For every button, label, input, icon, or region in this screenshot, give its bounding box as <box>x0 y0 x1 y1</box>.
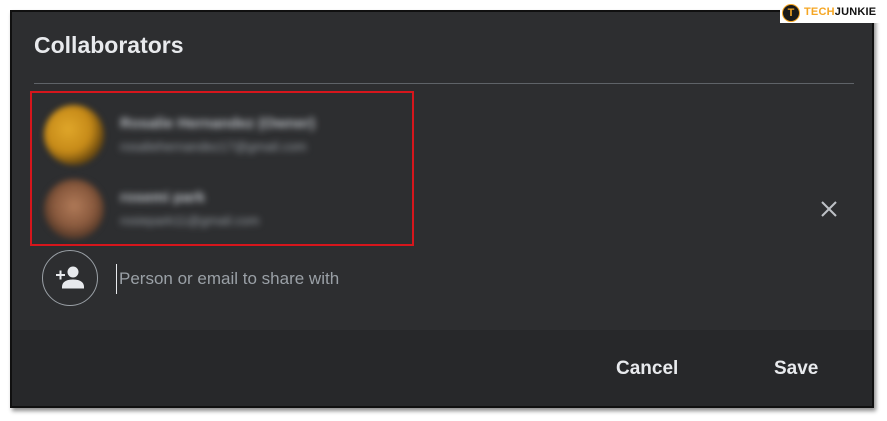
watermark-text: TECHJUNKIE <box>804 6 877 18</box>
techjunkie-watermark: T TECHJUNKIE <box>780 3 884 23</box>
collaborator-name: rosemi park <box>120 189 206 206</box>
add-person-avatar <box>42 250 98 306</box>
save-button[interactable]: Save <box>766 354 826 384</box>
cancel-button[interactable]: Cancel <box>608 354 686 384</box>
add-collaborator-row <box>40 250 840 310</box>
close-icon <box>821 201 837 217</box>
avatar <box>44 179 104 239</box>
collaborator-row: Rosalie Hernandez (Owner) rosaliehernand… <box>40 103 400 167</box>
dialog-title: Collaborators <box>34 32 184 58</box>
avatar <box>44 105 104 165</box>
share-email-input[interactable] <box>116 264 721 294</box>
collaborators-dialog: Collaborators Rosalie Hernandez (Owner) … <box>10 10 874 408</box>
collaborator-row: rosemi park rosiepark11@gmail.com <box>40 177 400 241</box>
remove-collaborator-button[interactable] <box>816 196 842 222</box>
collaborator-email: rosaliehernandez17@gmail.com <box>120 139 307 154</box>
title-divider <box>34 83 854 84</box>
dialog-footer: Cancel Save <box>12 330 872 406</box>
collaborators-highlight-box: Rosalie Hernandez (Owner) rosaliehernand… <box>30 91 414 246</box>
collaborator-email: rosiepark11@gmail.com <box>120 213 260 228</box>
person-add-icon <box>56 266 84 289</box>
collaborator-name: Rosalie Hernandez (Owner) <box>120 115 316 132</box>
techjunkie-logo-icon: T <box>782 4 800 22</box>
